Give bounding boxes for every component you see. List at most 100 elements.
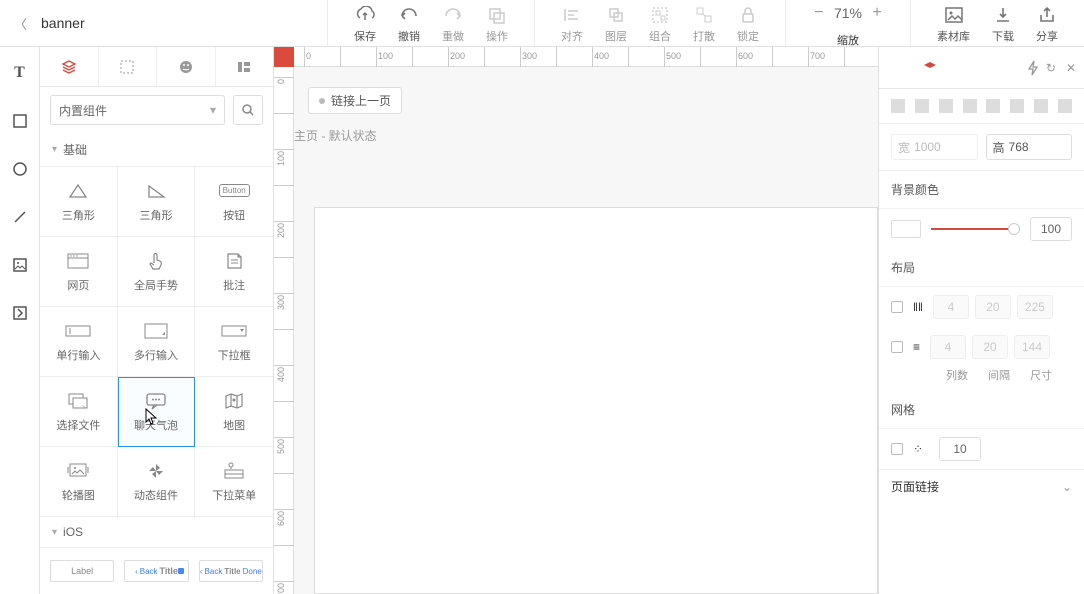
rows-checkbox[interactable] (891, 341, 903, 353)
image-icon (943, 4, 965, 26)
align-center-v-icon[interactable] (986, 99, 1000, 113)
ruler-origin[interactable] (274, 47, 294, 67)
component-category-select[interactable]: 内置组件 ▾ (50, 95, 225, 125)
select-icon (220, 321, 248, 341)
section-basic-header[interactable]: ▾ 基础 (40, 133, 273, 167)
group-button[interactable]: 组合 (649, 4, 671, 44)
share-button[interactable]: 分享 (1036, 4, 1058, 44)
ungroup-icon (693, 4, 715, 26)
comp-webpage[interactable]: 网页 (40, 237, 118, 307)
interaction-tool[interactable] (10, 303, 30, 323)
input-icon (64, 321, 92, 341)
lock-button[interactable]: 锁定 (737, 4, 759, 44)
comp-annotation[interactable]: 批注 (195, 237, 273, 307)
refresh-icon[interactable]: ↻ (1046, 61, 1056, 75)
ios-label-chip[interactable]: Label (50, 560, 114, 582)
caret-down-icon: ▾ (52, 144, 57, 155)
comp-select[interactable]: 下拉框 (195, 307, 273, 377)
zoom-out-button[interactable]: − (812, 4, 826, 22)
circle-tool[interactable] (10, 159, 30, 179)
ungroup-button[interactable]: 打散 (693, 4, 715, 44)
align-top-icon[interactable] (963, 99, 977, 113)
align-button[interactable]: 对齐 (561, 4, 583, 44)
link-previous-page[interactable]: 链接上一页 (308, 87, 402, 114)
comp-input[interactable]: 单行输入 (40, 307, 118, 377)
download-button[interactable]: 下载 (992, 4, 1014, 44)
redo-button[interactable]: 重做 (442, 4, 464, 44)
rows-gap-input[interactable]: 20 (972, 335, 1008, 359)
cols-count-input[interactable]: 4 (933, 295, 969, 319)
comp-map[interactable]: 地图 (195, 377, 273, 447)
alignment-row (879, 89, 1084, 124)
comp-textarea[interactable]: 多行输入 (118, 307, 196, 377)
lock-icon (737, 4, 759, 26)
canvas[interactable]: 0100200300400500600700 01002003004005006… (274, 47, 878, 594)
breadcrumb: 〈 banner (0, 0, 99, 46)
ruler-vertical[interactable]: 0100200300400500600700 (274, 67, 294, 594)
cols-size-input[interactable]: 225 (1017, 295, 1053, 319)
save-button[interactable]: 保存 (354, 4, 376, 44)
grid-checkbox[interactable] (891, 443, 903, 455)
download-icon (992, 4, 1014, 26)
comp-carousel[interactable]: 轮播图 (40, 447, 118, 517)
align-bottom-icon[interactable] (1010, 99, 1024, 113)
rows-size-input[interactable]: 144 (1014, 335, 1050, 359)
properties-tab[interactable] (879, 60, 982, 76)
distribute-v-icon[interactable] (1058, 99, 1072, 113)
comp-file[interactable]: 选择文件 (40, 377, 118, 447)
components-tab[interactable] (40, 47, 99, 86)
component-search-button[interactable] (233, 95, 263, 125)
redo-icon (442, 4, 464, 26)
line-tool[interactable] (10, 207, 30, 227)
height-input[interactable]: 高 768 (986, 134, 1073, 160)
text-tool[interactable]: T (10, 63, 30, 83)
chat-bubble-icon (142, 391, 170, 411)
bg-color-swatch[interactable] (891, 220, 921, 238)
align-center-h-icon[interactable] (915, 99, 929, 113)
distribute-h-icon[interactable] (1034, 99, 1048, 113)
layer-button[interactable]: 图层 (605, 4, 627, 44)
carousel-icon (64, 461, 92, 481)
back-chevron-icon[interactable]: 〈 (14, 14, 27, 33)
gesture-icon (142, 251, 170, 271)
ios-navbar-done-chip[interactable]: ‹Back Title Done (199, 560, 263, 582)
comp-triangle[interactable]: 三角形 (40, 167, 118, 237)
cols-gap-input[interactable]: 20 (975, 295, 1011, 319)
opacity-input[interactable]: 100 (1030, 217, 1072, 241)
button-icon: Button (220, 181, 248, 201)
ios-navbar-chip[interactable]: ‹Back Title (124, 560, 188, 582)
columns-checkbox[interactable] (891, 301, 903, 313)
triangle-right-icon (142, 181, 170, 201)
rows-count-input[interactable]: 4 (930, 335, 966, 359)
comp-button[interactable]: Button 按钮 (195, 167, 273, 237)
section-ios-header[interactable]: ▾ iOS (40, 517, 273, 548)
align-left-icon[interactable] (891, 99, 905, 113)
comp-gesture[interactable]: 全局手势 (118, 237, 196, 307)
library-button[interactable]: 素材库 (937, 4, 970, 44)
grid-size-input[interactable]: 10 (939, 437, 981, 461)
zoom-value[interactable]: 71% (834, 5, 862, 21)
zoom-in-button[interactable]: + (870, 4, 884, 22)
comp-dynamic[interactable]: 动态组件 (118, 447, 196, 517)
align-right-icon[interactable] (939, 99, 953, 113)
icons-tab[interactable] (157, 47, 216, 86)
page-links-section[interactable]: 页面链接 ⌄ (879, 469, 1084, 503)
close-icon[interactable]: ✕ (1066, 61, 1076, 75)
caret-down-icon: ▾ (52, 527, 57, 538)
comp-dropdown-menu[interactable]: 下拉菜单 (195, 447, 273, 517)
canvas-page-title: 主页 - 默认状态 (294, 127, 377, 144)
canvas-page[interactable] (314, 207, 878, 594)
comp-chat-bubble[interactable]: 聊天气泡 (118, 377, 196, 447)
undo-button[interactable]: 撤销 (398, 4, 420, 44)
operate-button[interactable]: 操作 (486, 4, 508, 44)
image-tool[interactable] (10, 255, 30, 275)
dot-icon (319, 98, 325, 104)
note-icon (220, 251, 248, 271)
rect-tool[interactable] (10, 111, 30, 131)
comp-triangle-right[interactable]: 三角形 (118, 167, 196, 237)
opacity-slider[interactable] (931, 228, 1020, 230)
ruler-horizontal[interactable]: 0100200300400500600700 (294, 47, 878, 67)
align-left-icon (561, 4, 583, 26)
my-tab[interactable] (216, 47, 274, 86)
master-tab[interactable] (99, 47, 158, 86)
